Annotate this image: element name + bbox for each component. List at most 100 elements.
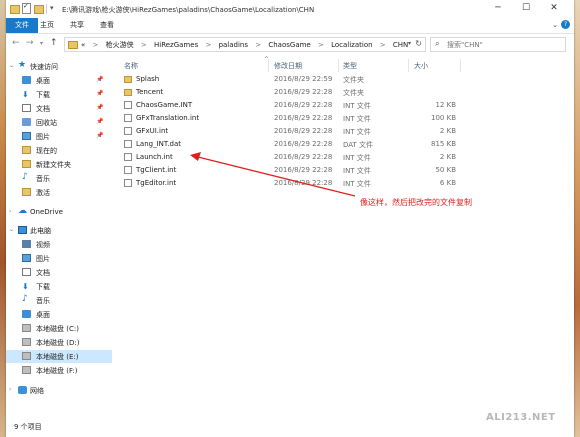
folder-icon[interactable] (10, 5, 20, 14)
breadcrumb-item[interactable]: paladins (219, 41, 248, 49)
breadcrumb-overflow[interactable]: « (81, 41, 85, 49)
breadcrumb: « > 枪火游侠 > HiRezGames > paladins > Chaos… (81, 40, 408, 50)
table-row[interactable]: GFxUI.int 2016/8/29 22:28 INT 文件 2 KB (116, 125, 574, 137)
nav-quick-access[interactable]: ⌄ ★ 快速访问 (6, 60, 112, 73)
nav-item-downloads[interactable]: ⬇ 下载 📌 (6, 88, 112, 101)
table-row[interactable]: Launch.int 2016/8/29 22:28 INT 文件 2 KB (116, 151, 574, 163)
breadcrumb-separator[interactable]: > (255, 41, 261, 49)
refresh-icon[interactable]: ↻ (415, 39, 422, 48)
search-icon: ⌕ (435, 39, 440, 48)
column-header-size[interactable]: 大小 (414, 61, 428, 71)
chevron-right-icon[interactable]: › (9, 386, 11, 393)
music-icon: ♪ (22, 294, 28, 304)
breadcrumb-separator[interactable]: > (205, 41, 211, 49)
breadcrumb-separator[interactable]: > (141, 41, 147, 49)
chevron-right-icon[interactable]: › (9, 208, 11, 215)
window-title: E:\腾讯游戏\枪火游侠\HiRezGames\paladins\ChaosGa… (62, 6, 315, 14)
tab-share[interactable]: 共享 (64, 18, 90, 33)
chevron-down-icon[interactable]: ⌄ (552, 21, 558, 29)
forward-arrow-icon[interactable]: → (26, 38, 34, 48)
nav-item-pc-documents[interactable]: 文档 (6, 266, 112, 279)
file-date: 2016/8/29 22:59 (274, 75, 333, 83)
table-row[interactable]: TgEditor.int 2016/8/29 22:28 INT 文件 6 KB (116, 177, 574, 189)
nav-label: 音乐 (36, 175, 50, 183)
nav-item-drive-f[interactable]: 本地磁盘 (F:) (6, 364, 112, 377)
table-row[interactable]: GFxTranslation.int 2016/8/29 22:28 INT 文… (116, 112, 574, 124)
column-header-type[interactable]: 类型 (343, 61, 357, 71)
new-folder-icon[interactable] (34, 5, 44, 14)
properties-icon[interactable] (22, 2, 31, 14)
column-divider[interactable] (408, 59, 409, 72)
nav-item-pc-desktop[interactable]: 桌面 (6, 308, 112, 321)
table-row[interactable]: Splash 2016/8/29 22:59 文件夹 (116, 73, 574, 85)
table-row[interactable]: TgClient.int 2016/8/29 22:28 INT 文件 50 K… (116, 164, 574, 176)
nav-item-music[interactable]: ♪ 音乐 (6, 172, 112, 185)
file-icon (124, 140, 132, 148)
breadcrumb-separator[interactable]: > (380, 41, 386, 49)
nav-item-recycle-bin[interactable]: 回收站 📌 (6, 116, 112, 129)
nav-item-new-folder[interactable]: 新建文件夹 (6, 158, 112, 171)
breadcrumb-item[interactable]: Localization (331, 41, 372, 49)
file-date: 2016/8/29 22:28 (274, 166, 333, 174)
drive-icon (22, 324, 31, 332)
recent-locations-icon[interactable]: ▾ (40, 40, 43, 47)
up-arrow-icon[interactable]: ↑ (50, 38, 58, 48)
close-button[interactable]: ✕ (542, 2, 566, 15)
minimize-button[interactable]: ─ (486, 2, 510, 15)
help-icon[interactable]: ? (561, 20, 570, 29)
table-row[interactable]: Tencent 2016/8/29 22:28 文件夹 (116, 86, 574, 98)
file-size: 815 KB (431, 140, 456, 148)
chevron-down-icon[interactable]: ⌄ (9, 226, 14, 233)
breadcrumb-item[interactable]: CHN (393, 41, 408, 49)
nav-item-activate[interactable]: 激活 (6, 186, 112, 199)
breadcrumb-item[interactable]: HiRezGames (154, 41, 198, 49)
nav-item-drive-e[interactable]: 本地磁盘 (E:) (6, 350, 112, 363)
desktop-icon (22, 310, 31, 318)
tab-view[interactable]: 查看 (94, 18, 120, 33)
nav-item-pc-music[interactable]: ♪ 音乐 (6, 294, 112, 307)
file-icon (124, 153, 132, 161)
search-placeholder: 搜索"CHN" (447, 41, 483, 49)
nav-item-pictures[interactable]: 图片 📌 (6, 130, 112, 143)
computer-icon (18, 226, 27, 234)
nav-label: OneDrive (30, 208, 63, 216)
address-bar[interactable]: « > 枪火游侠 > HiRezGames > paladins > Chaos… (64, 37, 426, 52)
file-date: 2016/8/29 22:28 (274, 88, 333, 96)
nav-network[interactable]: › 网络 (6, 384, 112, 397)
tab-home[interactable]: 主页 (34, 18, 60, 33)
back-arrow-icon[interactable]: ← (12, 38, 20, 48)
nav-label: 视频 (36, 241, 50, 249)
breadcrumb-item[interactable]: ChaosGame (268, 41, 310, 49)
nav-item-drive-c[interactable]: 本地磁盘 (C:) (6, 322, 112, 335)
column-divider[interactable] (338, 59, 339, 72)
nav-item-folder-now[interactable]: 现在的 (6, 144, 112, 157)
nav-onedrive[interactable]: › ☁ OneDrive (6, 206, 112, 219)
file-name: Launch.int (136, 153, 173, 161)
table-row[interactable]: ChaosGame.INT 2016/8/29 22:28 INT 文件 12 … (116, 99, 574, 111)
nav-this-pc[interactable]: ⌄ 此电脑 (6, 224, 112, 237)
search-input[interactable]: ⌕ 搜索"CHN" (430, 37, 566, 52)
column-divider[interactable] (268, 59, 269, 72)
column-header-name[interactable]: 名称 (124, 61, 138, 71)
breadcrumb-item[interactable]: 枪火游侠 (106, 40, 134, 50)
maximize-button[interactable]: ☐ (514, 2, 538, 15)
breadcrumb-separator[interactable]: > (318, 41, 324, 49)
file-list: ^ 名称 修改日期 类型 大小 Splash 2016/8/29 22:59 文… (116, 56, 574, 415)
folder-icon (22, 146, 31, 154)
column-header-date[interactable]: 修改日期 (274, 61, 302, 71)
nav-item-documents[interactable]: 文档 📌 (6, 102, 112, 115)
breadcrumb-separator[interactable]: > (93, 41, 99, 49)
nav-item-videos[interactable]: 视频 (6, 238, 112, 251)
pin-icon: 📌 (96, 118, 104, 125)
chevron-down-icon[interactable]: ▾ (408, 40, 411, 47)
nav-item-pc-downloads[interactable]: ⬇ 下载 (6, 280, 112, 293)
nav-item-pc-pictures[interactable]: 图片 (6, 252, 112, 265)
folder-icon (22, 160, 31, 168)
nav-item-desktop[interactable]: 桌面 📌 (6, 74, 112, 87)
table-row[interactable]: Lang_INT.dat 2016/8/29 22:28 DAT 文件 815 … (116, 138, 574, 150)
file-size: 6 KB (439, 179, 456, 187)
nav-item-drive-d[interactable]: 本地磁盘 (D:) (6, 336, 112, 349)
column-divider[interactable] (460, 59, 461, 72)
customize-toolbar-icon[interactable]: ▾ (50, 4, 54, 12)
chevron-down-icon[interactable]: ⌄ (9, 62, 14, 69)
